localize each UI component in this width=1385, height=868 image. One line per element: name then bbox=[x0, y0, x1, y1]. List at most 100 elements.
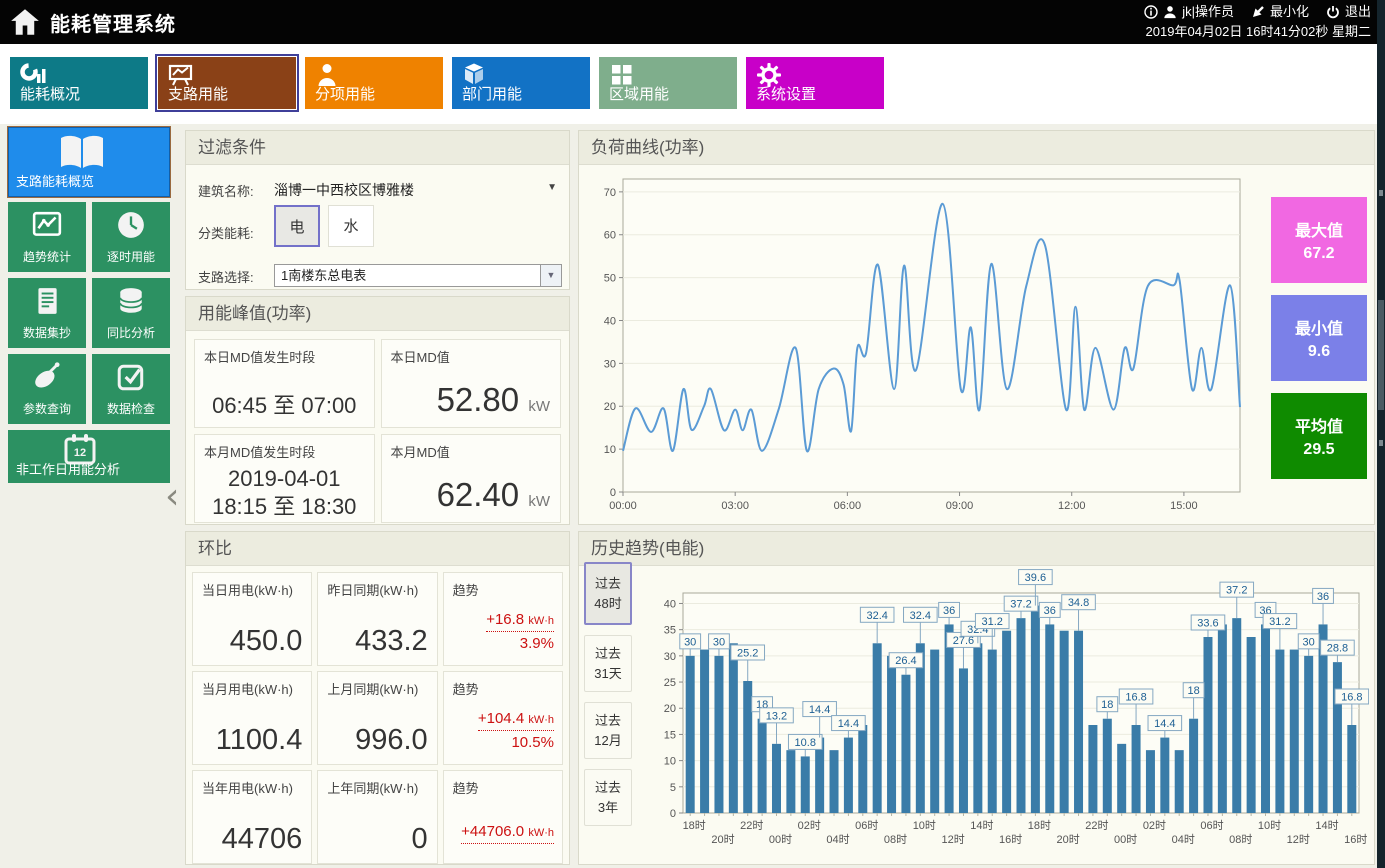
svg-text:00时: 00时 bbox=[769, 833, 792, 846]
scrollbar-thumb[interactable] bbox=[1378, 300, 1384, 410]
sidebar-item-nonworkday-analysis[interactable]: 12 非工作日用能分析 bbox=[8, 430, 170, 483]
svg-text:37.2: 37.2 bbox=[1010, 599, 1031, 611]
svg-text:0: 0 bbox=[610, 487, 616, 499]
checkbox-icon bbox=[116, 362, 146, 392]
svg-text:15:00: 15:00 bbox=[1170, 500, 1198, 512]
svg-text:25: 25 bbox=[664, 677, 676, 689]
nav-tab-label: 支路用能 bbox=[168, 83, 228, 104]
tab-past-3y[interactable]: 过去3年 bbox=[584, 769, 632, 826]
minimize-label[interactable]: 最小化 bbox=[1270, 2, 1309, 22]
card-label: 本日MD值发生时段 bbox=[204, 347, 315, 366]
energy-option-water[interactable]: 水 bbox=[328, 205, 374, 247]
vertical-scrollbar[interactable] bbox=[1377, 0, 1385, 868]
today-usage-value: 450.0 bbox=[230, 625, 303, 658]
nav-tab-energy-overview[interactable]: 能耗概况 bbox=[10, 57, 148, 109]
trend-chart-icon bbox=[32, 210, 62, 240]
svg-text:22时: 22时 bbox=[740, 819, 763, 832]
svg-text:16时: 16时 bbox=[1344, 833, 1367, 846]
card-label: 本月MD值发生时段 bbox=[204, 442, 315, 461]
svg-text:14.4: 14.4 bbox=[809, 704, 830, 716]
svg-text:18时: 18时 bbox=[1028, 819, 1051, 832]
history-trend-panel: 历史趋势(电能) 过去48时 过去31天 过去12月 过去3年 05101520… bbox=[578, 531, 1375, 865]
month-md-value-card: 本月MD值 62.40 kW bbox=[381, 434, 562, 523]
day-md-period-card: 本日MD值发生时段 06:45 至 07:00 bbox=[194, 339, 375, 428]
tab-past-48h[interactable]: 过去48时 bbox=[584, 562, 632, 625]
building-select[interactable]: 淄博一中西校区博雅楼 bbox=[274, 180, 414, 200]
energy-management-dashboard: 能耗管理系统 jk|操作员 最小化 退出 2019年04月02日 16 bbox=[0, 0, 1385, 868]
tab-past-12m[interactable]: 过去12月 bbox=[584, 702, 632, 759]
svg-text:5: 5 bbox=[670, 782, 676, 794]
chevron-down-icon[interactable]: ▼ bbox=[547, 182, 557, 193]
sidebar: 支路能耗概览 趋势统计 逐时用能 数据集抄 bbox=[8, 127, 170, 483]
sidebar-item-label: 非工作日用能分析 bbox=[16, 459, 120, 478]
history-bar-chart: 051015202530354018时20时22时00时02时04时06时08时… bbox=[647, 565, 1369, 857]
sidebar-collapse-chevron[interactable]: ‹ bbox=[165, 476, 179, 517]
svg-text:70: 70 bbox=[604, 187, 616, 199]
avg-value-badge: 平均值 29.5 bbox=[1271, 393, 1367, 479]
main-nav: 能耗概况 支路用能 分项用能 部门用能 区域用能 bbox=[0, 44, 1385, 124]
svg-text:22时: 22时 bbox=[1085, 819, 1108, 832]
nav-tab-label: 部门用能 bbox=[462, 83, 522, 104]
sidebar-item-trend-stats[interactable]: 趋势统计 bbox=[8, 202, 86, 272]
select-dropdown-button[interactable]: ▼ bbox=[540, 265, 561, 286]
branch-select-value: 1南楼东总电表 bbox=[281, 268, 366, 283]
svg-text:08时: 08时 bbox=[1229, 833, 1252, 846]
svg-text:25.2: 25.2 bbox=[737, 648, 758, 660]
sidebar-item-yoy-analysis[interactable]: 同比分析 bbox=[92, 278, 170, 348]
nav-tab-branch-energy[interactable]: 支路用能 bbox=[158, 57, 296, 109]
svg-text:36: 36 bbox=[943, 605, 955, 617]
branch-select[interactable]: 1南楼东总电表 ▼ bbox=[274, 264, 562, 287]
svg-text:16.8: 16.8 bbox=[1125, 692, 1146, 704]
lastyear-usage-value: 0 bbox=[412, 823, 428, 856]
sidebar-item-parameter-query[interactable]: 参数查询 bbox=[8, 354, 86, 424]
svg-text:37.2: 37.2 bbox=[1226, 585, 1247, 597]
svg-text:04时: 04时 bbox=[826, 833, 849, 846]
svg-text:06:00: 06:00 bbox=[834, 500, 862, 512]
nav-tab-label: 系统设置 bbox=[756, 83, 816, 104]
info-icon[interactable] bbox=[1144, 5, 1158, 19]
load-curve-chart: 01020304050607000:0003:0006:0009:0012:00… bbox=[591, 165, 1254, 518]
nav-tab-area-energy[interactable]: 区域用能 bbox=[599, 57, 737, 109]
year-usage-card: 当年用电(kW·h) 44706 bbox=[192, 770, 312, 864]
energy-type-label: 分类能耗: bbox=[198, 223, 254, 242]
svg-text:00:00: 00:00 bbox=[609, 500, 637, 512]
svg-text:0: 0 bbox=[670, 808, 676, 820]
sidebar-item-label: 同比分析 bbox=[92, 324, 170, 341]
minimize-icon[interactable] bbox=[1251, 5, 1265, 19]
home-icon[interactable] bbox=[10, 8, 40, 36]
nav-tab-subitem-energy[interactable]: 分项用能 bbox=[305, 57, 443, 109]
svg-text:18: 18 bbox=[1187, 685, 1199, 697]
energy-option-electric[interactable]: 电 bbox=[274, 205, 320, 247]
svg-text:02时: 02时 bbox=[798, 819, 821, 832]
svg-text:06时: 06时 bbox=[855, 819, 878, 832]
document-icon bbox=[32, 286, 62, 316]
svg-text:10.8: 10.8 bbox=[795, 737, 816, 749]
svg-text:14时: 14时 bbox=[1315, 819, 1338, 832]
nav-tab-department-energy[interactable]: 部门用能 bbox=[452, 57, 590, 109]
sidebar-item-hourly-energy[interactable]: 逐时用能 bbox=[92, 202, 170, 272]
today-usage-card: 当日用电(kW·h) 450.0 bbox=[192, 572, 312, 666]
load-curve-title: 负荷曲线(功率) bbox=[579, 131, 1374, 165]
user-name[interactable]: jk|操作员 bbox=[1182, 2, 1234, 22]
svg-text:00时: 00时 bbox=[1114, 833, 1137, 846]
tab-past-31d[interactable]: 过去31天 bbox=[584, 635, 632, 692]
svg-text:20时: 20时 bbox=[1057, 833, 1080, 846]
satellite-dish-icon bbox=[32, 362, 62, 392]
sidebar-item-label: 趋势统计 bbox=[8, 248, 86, 265]
svg-text:10: 10 bbox=[664, 756, 676, 768]
svg-text:32.4: 32.4 bbox=[866, 610, 887, 622]
nav-tab-system-settings[interactable]: 系统设置 bbox=[746, 57, 884, 109]
sidebar-item-branch-overview[interactable]: 支路能耗概览 bbox=[8, 127, 170, 197]
power-icon[interactable] bbox=[1326, 5, 1340, 19]
sidebar-item-label: 参数查询 bbox=[8, 400, 86, 417]
sidebar-item-data-collection[interactable]: 数据集抄 bbox=[8, 278, 86, 348]
svg-text:10时: 10时 bbox=[913, 819, 936, 832]
load-curve-panel: 负荷曲线(功率) 01020304050607000:0003:0006:000… bbox=[578, 130, 1375, 525]
svg-text:60: 60 bbox=[604, 230, 616, 242]
svg-text:20: 20 bbox=[604, 401, 616, 413]
svg-text:20时: 20时 bbox=[711, 833, 734, 846]
sidebar-item-data-check[interactable]: 数据检查 bbox=[92, 354, 170, 424]
yesterday-usage-value: 433.2 bbox=[355, 625, 428, 658]
lastmonth-usage-value: 996.0 bbox=[355, 724, 428, 757]
exit-label[interactable]: 退出 bbox=[1345, 2, 1371, 22]
